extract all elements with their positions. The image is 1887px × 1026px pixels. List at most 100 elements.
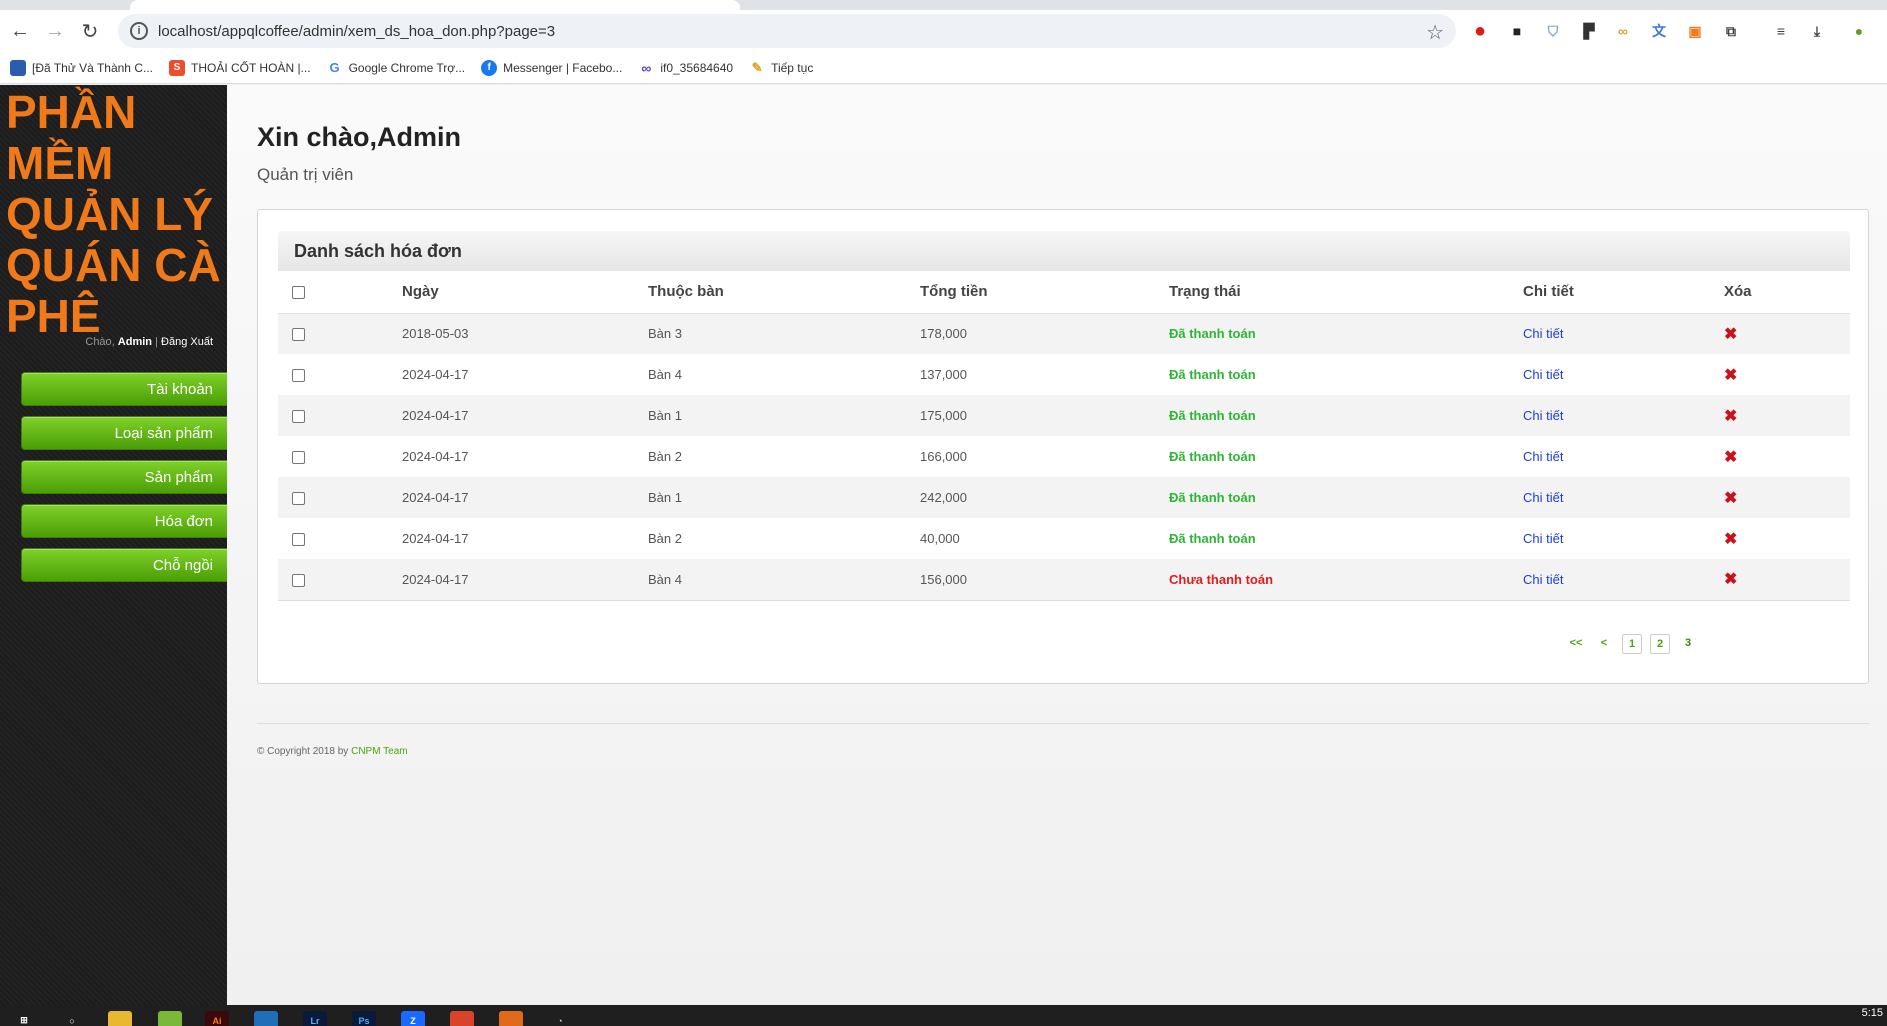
delete-icon[interactable]: ✖ bbox=[1724, 531, 1737, 548]
invoice-table-name: Bàn 3 bbox=[648, 326, 682, 342]
glasses-extension-icon[interactable]: ∞ bbox=[1610, 18, 1636, 44]
pagination-page-2[interactable]: 2 bbox=[1650, 634, 1670, 654]
detail-link-cell: Chi tiết bbox=[1523, 436, 1724, 477]
delete-icon[interactable]: ✖ bbox=[1724, 408, 1737, 425]
copyright-text: © Copyright 2018 by bbox=[257, 746, 349, 757]
bookmark-item[interactable]: [Đã Thử Và Thành C... bbox=[10, 59, 153, 76]
logout-link[interactable]: Đăng Xuất bbox=[161, 336, 213, 348]
delete-icon[interactable]: ✖ bbox=[1724, 449, 1737, 466]
photoshop-icon[interactable]: Ps bbox=[352, 1011, 376, 1026]
address-bar[interactable]: i localhost/appqlcoffee/admin/xem_ds_hoa… bbox=[118, 14, 1456, 48]
row-checkbox[interactable] bbox=[292, 573, 305, 587]
row-checkbox[interactable] bbox=[292, 328, 305, 342]
invoice-table-name-cell: Bàn 2 bbox=[648, 518, 920, 559]
bookmark-item[interactable]: ✎ Tiếp tục bbox=[749, 59, 813, 76]
pagination-prev[interactable]: < bbox=[1594, 634, 1614, 654]
delete-cell: ✖ bbox=[1724, 313, 1850, 354]
invoice-table-name: Bàn 4 bbox=[648, 367, 682, 382]
puzzle-extensions-icon[interactable]: ⧉ bbox=[1718, 18, 1744, 44]
search-icon[interactable]: ○ bbox=[60, 1011, 84, 1026]
bookmark-label: THOẢI CỐT HOÀN |... bbox=[190, 60, 311, 75]
invoice-table-name-cell: Bàn 2 bbox=[648, 436, 920, 477]
sidebar-item-accounts[interactable]: Tài khoản bbox=[21, 372, 227, 406]
pagination-page-1[interactable]: 1 bbox=[1622, 634, 1642, 654]
invoice-table-name-cell: Bàn 1 bbox=[648, 477, 920, 518]
vscode-icon[interactable] bbox=[254, 1011, 278, 1026]
bookmark-item[interactable]: G Google Chrome Trợ... bbox=[326, 59, 465, 76]
invoice-date: 2018-05-03 bbox=[402, 326, 469, 342]
grid-extension-icon[interactable]: ▛ bbox=[1576, 18, 1602, 44]
taskbar-clock: 5:15 bbox=[1861, 1007, 1883, 1019]
invoice-total-cell: 166,000 bbox=[920, 436, 1169, 477]
orange-extension-icon[interactable]: ▣ bbox=[1682, 18, 1708, 44]
lightroom-icon[interactable]: Lr bbox=[303, 1011, 327, 1026]
profile-avatar-icon[interactable]: ● bbox=[1846, 18, 1872, 44]
invoice-date-cell: 2024-04-17 bbox=[402, 395, 648, 436]
column-header-date: Ngày bbox=[402, 271, 648, 314]
opera-extension-icon[interactable]: ● bbox=[1467, 18, 1493, 44]
xampp-icon[interactable] bbox=[499, 1011, 523, 1026]
table-header-row: Ngày Thuộc bàn Tổng tiền Trạng thái Chi … bbox=[278, 271, 1850, 314]
media-control-icon[interactable]: ≡ bbox=[1768, 18, 1794, 44]
sidebar-item-seats[interactable]: Chỗ ngồi bbox=[21, 548, 227, 582]
zalo-icon[interactable]: Z bbox=[401, 1011, 425, 1026]
select-all-checkbox[interactable] bbox=[292, 285, 305, 299]
reload-icon[interactable]: ↻ bbox=[75, 16, 105, 46]
detail-link[interactable]: Chi tiết bbox=[1523, 408, 1563, 423]
row-checkbox[interactable] bbox=[292, 533, 305, 547]
invoice-total-cell: 175,000 bbox=[920, 395, 1169, 436]
row-checkbox[interactable] bbox=[292, 492, 305, 506]
detail-link[interactable]: Chi tiết bbox=[1523, 449, 1563, 464]
forward-icon[interactable]: → bbox=[40, 16, 70, 46]
tab-strip bbox=[0, 0, 1887, 10]
row-select-cell bbox=[278, 436, 402, 477]
translate-extension-icon[interactable]: 文 bbox=[1646, 18, 1672, 44]
bookmark-item[interactable]: ∞ if0_35684640 bbox=[638, 59, 733, 76]
bookmark-item[interactable]: f Messenger | Facebo... bbox=[481, 59, 622, 76]
sidebar-item-product-categories[interactable]: Loại sản phẩm bbox=[21, 416, 227, 450]
windows-start-icon[interactable]: ⊞ bbox=[12, 1011, 36, 1026]
facebook-icon: f bbox=[481, 59, 498, 76]
url-text[interactable]: localhost/appqlcoffee/admin/xem_ds_hoa_d… bbox=[158, 23, 555, 40]
detail-link[interactable]: Chi tiết bbox=[1523, 326, 1563, 341]
invoice-table: Ngày Thuộc bàn Tổng tiền Trạng thái Chi … bbox=[278, 271, 1850, 601]
detail-link[interactable]: Chi tiết bbox=[1523, 531, 1563, 546]
greeting-separator: | bbox=[155, 336, 158, 348]
app-icon[interactable] bbox=[158, 1011, 182, 1026]
delete-icon[interactable]: ✖ bbox=[1724, 490, 1737, 507]
active-tab[interactable] bbox=[130, 0, 740, 10]
chrome-icon[interactable] bbox=[450, 1011, 474, 1026]
back-icon[interactable]: ← bbox=[5, 16, 35, 46]
invoice-total-cell: 40,000 bbox=[920, 518, 1169, 559]
pagination-first[interactable]: << bbox=[1566, 634, 1586, 654]
bookmark-item[interactable]: S THOẢI CỐT HOÀN |... bbox=[168, 59, 311, 76]
shield-extension-icon[interactable]: ⛉ bbox=[1540, 18, 1566, 44]
site-info-icon[interactable]: i bbox=[130, 22, 148, 40]
clock-app-icon[interactable]: ◔ bbox=[548, 1011, 572, 1026]
bookmark-star-icon[interactable]: ☆ bbox=[1426, 20, 1444, 45]
sidebar-item-products[interactable]: Sản phẩm bbox=[21, 460, 227, 494]
row-checkbox[interactable] bbox=[292, 451, 305, 465]
download-icon[interactable]: ⤓ bbox=[1804, 18, 1830, 44]
invoice-total-cell: 137,000 bbox=[920, 354, 1169, 395]
invoice-date-cell: 2024-04-17 bbox=[402, 477, 648, 518]
invoice-date-cell: 2024-04-17 bbox=[402, 436, 648, 477]
delete-icon[interactable]: ✖ bbox=[1724, 326, 1737, 343]
sidebar-item-invoices[interactable]: Hóa đơn bbox=[21, 504, 227, 538]
detail-link[interactable]: Chi tiết bbox=[1523, 367, 1563, 382]
detail-link[interactable]: Chi tiết bbox=[1523, 490, 1563, 505]
delete-icon[interactable]: ✖ bbox=[1724, 571, 1737, 588]
illustrator-icon[interactable]: Ai bbox=[205, 1011, 229, 1026]
row-checkbox[interactable] bbox=[292, 369, 305, 383]
delete-icon[interactable]: ✖ bbox=[1724, 367, 1737, 384]
row-checkbox[interactable] bbox=[292, 410, 305, 424]
select-all-cell bbox=[278, 271, 402, 314]
table-row: 2024-04-17 Bàn 1 175,000 Đã thanh toán Chi t… bbox=[278, 395, 1850, 436]
invoice-total: 175,000 bbox=[920, 408, 967, 423]
file-explorer-icon[interactable] bbox=[108, 1011, 132, 1026]
colorful-extension-icon[interactable]: ■ bbox=[1504, 18, 1530, 44]
team-link[interactable]: CNPM Team bbox=[351, 746, 408, 757]
detail-link[interactable]: Chi tiết bbox=[1523, 572, 1563, 587]
delete-cell: ✖ bbox=[1724, 477, 1850, 518]
bookmark-label: [Đã Thử Và Thành C... bbox=[32, 60, 153, 75]
